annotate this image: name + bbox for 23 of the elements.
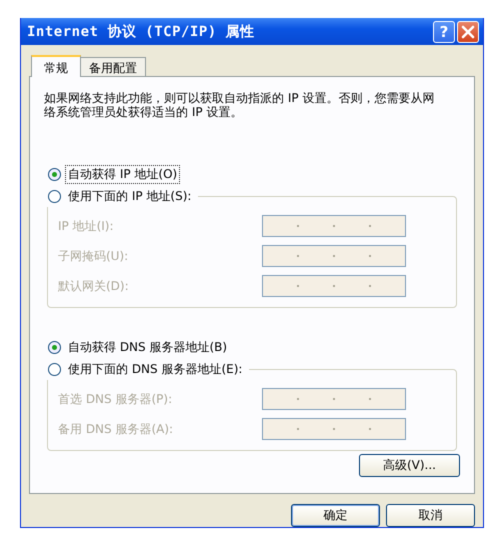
radio-label[interactable]: 自动获得 IP 地址(O) bbox=[65, 164, 180, 184]
radio-button[interactable] bbox=[48, 168, 61, 180]
radio-label[interactable]: 使用下面的 DNS 服务器地址(E): bbox=[65, 360, 246, 378]
field-label: 备用 DNS 服务器(A): bbox=[58, 420, 174, 438]
radio-button[interactable] bbox=[48, 340, 61, 354]
field-label: 首选 DNS 服务器(P): bbox=[58, 390, 174, 408]
tab[interactable]: 备用配置 bbox=[80, 57, 146, 76]
field-label: IP 地址(I): bbox=[58, 218, 115, 234]
radio-button[interactable] bbox=[48, 362, 61, 376]
field-label: 默认网关(D): bbox=[58, 278, 130, 294]
close-icon bbox=[461, 24, 475, 38]
field-label: 子网掩码(U): bbox=[58, 248, 130, 264]
advanced-button[interactable]: 高级(V)... bbox=[359, 454, 460, 477]
close-button[interactable] bbox=[457, 20, 479, 42]
description-text: 如果网络支持此功能，则可以获取自动指派的 IP 设置。否则，您需要从网络系统管理员处获得适当的 IP 设置。 bbox=[44, 91, 436, 119]
ok-button[interactable]: 确定 bbox=[291, 504, 380, 527]
window-title: Internet 协议 (TCP/IP) 属性 bbox=[27, 22, 256, 40]
radio-label[interactable]: 自动获得 DNS 服务器地址(B) bbox=[65, 338, 230, 356]
radio-label[interactable]: 使用下面的 IP 地址(S): bbox=[65, 186, 194, 206]
help-button[interactable]: ? bbox=[433, 20, 455, 42]
tab[interactable]: 常规 bbox=[31, 55, 81, 77]
radio-button[interactable] bbox=[48, 190, 61, 202]
cancel-button[interactable]: 取消 bbox=[386, 504, 475, 527]
